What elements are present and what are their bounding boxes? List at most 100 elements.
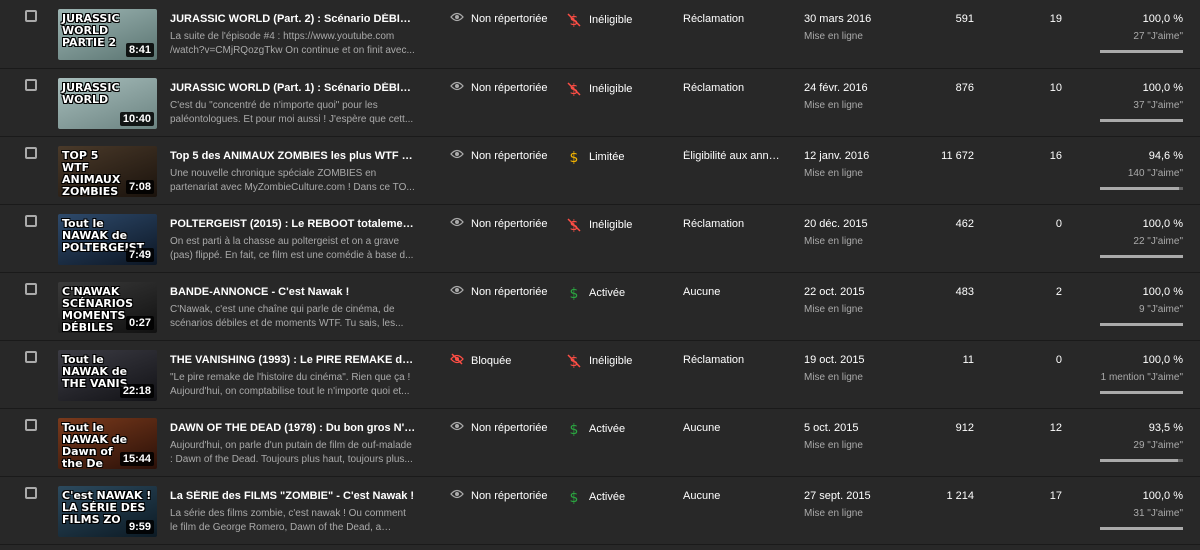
row-checkbox[interactable] [25,215,37,227]
monetization-cell[interactable]: $ Activée [567,489,626,505]
visibility-label: Non répertoriée [471,285,548,298]
restrictions-label[interactable]: Aucune [683,490,783,502]
video-title[interactable]: Top 5 des ANIMAUX ZOMBIES les plus WTF a… [170,150,416,162]
comments-count: 0 [1055,354,1062,366]
dollar-off-icon: $ [567,12,581,28]
video-duration: 8:41 [125,43,154,57]
comments-count: 2 [1055,286,1062,298]
restrictions-label[interactable]: Réclamation [683,218,783,230]
video-title[interactable]: JURASSIC WORLD (Part. 2) : Scénario DÉBI… [170,13,416,25]
video-thumbnail[interactable]: Tout le NAWAK de Dawn of the De 15:44 [58,418,157,469]
visibility-cell[interactable]: Non répertoriée [450,489,547,502]
video-title[interactable]: DAWN OF THE DEAD (1978) : Du bon gros N'… [170,422,416,434]
like-ratio-bar [1100,255,1183,258]
monetization-label: Limitée [589,151,625,163]
monetization-cell[interactable]: $ Inéligible [567,81,632,97]
video-description: C'est du "concentré de n'importe quoi" p… [170,100,414,125]
row-checkbox[interactable] [25,10,37,22]
table-row[interactable]: TOP 5 WTF ANIMAUX ZOMBIES 7:08 Top 5 des… [0,137,1200,205]
video-duration: 0:27 [125,316,154,330]
likes-count: 27 "J'aime" [1133,31,1183,42]
video-description: "Le pire remake de l'histoire du cinéma"… [170,372,411,397]
restrictions-label[interactable]: Réclamation [683,82,783,94]
visibility-cell[interactable]: Non répertoriée [450,285,547,298]
monetization-cell[interactable]: $ Activée [567,285,626,301]
row-checkbox[interactable] [25,351,37,363]
video-title[interactable]: La SÉRIE des FILMS "ZOMBIE" - C'est Nawa… [170,490,416,502]
video-title[interactable]: BANDE-ANNONCE - C'est Nawak ! [170,286,416,298]
thumbnail-text: JURASSIC WORLD [62,81,120,106]
like-percentage: 100,0 % [1142,490,1183,502]
publish-date-subtitle: Mise en ligne [804,31,863,42]
table-row[interactable]: JURASSIC WORLD PARTIE 2 8:41 JURASSIC WO… [0,0,1200,69]
video-description: La suite de l'épisode #4 : https://www.y… [170,31,415,56]
visibility-label: Non répertoriée [471,12,548,25]
table-row[interactable]: Tout le NAWAK de POLTERGEIST 7:49 POLTER… [0,205,1200,273]
video-thumbnail[interactable]: Tout le NAWAK de POLTERGEIST 7:49 [58,214,157,265]
visibility-cell[interactable]: Non répertoriée [450,12,547,25]
eye-icon [450,149,471,162]
monetization-label: Inéligible [589,355,633,367]
eye-icon [450,217,471,230]
monetization-cell[interactable]: $ Inéligible [567,217,632,233]
eye-icon [450,285,471,298]
dollar-icon: $ [567,285,581,301]
like-ratio-fill [1100,50,1183,53]
row-checkbox[interactable] [25,79,37,91]
table-row[interactable]: C'est NAWAK ! LA SÉRIE DES FILMS ZO 9:59… [0,477,1200,545]
table-row[interactable]: Tout le NAWAK de Dawn of the De 15:44 DA… [0,409,1200,477]
views-count: 11 [962,354,974,366]
visibility-cell[interactable]: Non répertoriée [450,421,547,434]
table-row[interactable]: C'NAWAK SCÉNARIOS MOMENTS DÉBILES 0:27 B… [0,273,1200,341]
like-percentage: 100,0 % [1142,354,1183,366]
table-row[interactable]: Tout le NAWAK de THE VANIS 22:18 THE VAN… [0,341,1200,409]
publish-date: 24 févr. 2016 [804,82,868,94]
table-row[interactable]: JURASSIC WORLD 10:40 JURASSIC WORLD (Par… [0,69,1200,137]
video-duration: 7:08 [125,180,154,194]
visibility-label: Non répertoriée [471,81,548,94]
video-title[interactable]: POLTERGEIST (2015) : Le REBOOT totalemen… [170,218,416,230]
svg-text:$: $ [570,150,579,165]
visibility-cell[interactable]: Non répertoriée [450,217,547,230]
monetization-cell[interactable]: $ Limitée [567,149,625,165]
eye-icon [450,421,471,434]
video-table: JURASSIC WORLD PARTIE 2 8:41 JURASSIC WO… [0,0,1200,545]
monetization-cell[interactable]: $ Inéligible [567,12,632,28]
monetization-cell[interactable]: $ Activée [567,421,626,437]
restrictions-label[interactable]: Réclamation [683,354,783,366]
visibility-cell[interactable]: Non répertoriée [450,81,547,94]
row-checkbox[interactable] [25,419,37,431]
views-count: 912 [955,422,974,434]
video-thumbnail[interactable]: C'NAWAK SCÉNARIOS MOMENTS DÉBILES 0:27 [58,282,157,333]
publish-date-subtitle: Mise en ligne [804,236,863,247]
monetization-cell[interactable]: $ Inéligible [567,353,632,369]
video-thumbnail[interactable]: JURASSIC WORLD PARTIE 2 8:41 [58,9,157,60]
video-thumbnail[interactable]: JURASSIC WORLD 10:40 [58,78,157,129]
dollar-off-icon: $ [567,353,581,369]
likes-count: 1 mention "J'aime" [1100,372,1183,383]
comments-count: 19 [1049,13,1062,25]
row-checkbox[interactable] [25,283,37,295]
video-title[interactable]: THE VANISHING (1993) : Le PIRE REMAKE de… [170,354,416,366]
like-ratio-fill [1100,119,1183,122]
video-thumbnail[interactable]: C'est NAWAK ! LA SÉRIE DES FILMS ZO 9:59 [58,486,157,537]
video-thumbnail[interactable]: TOP 5 WTF ANIMAUX ZOMBIES 7:08 [58,146,157,197]
video-title[interactable]: JURASSIC WORLD (Part. 1) : Scénario DÉBI… [170,82,416,94]
video-description: C'Nawak, c'est une chaîne qui parle de c… [170,304,404,329]
restrictions-label[interactable]: Aucune [683,286,783,298]
row-checkbox[interactable] [25,487,37,499]
row-checkbox[interactable] [25,147,37,159]
publish-date: 20 déc. 2015 [804,218,868,230]
restrictions-label[interactable]: Éligibilité aux anno... [683,150,783,162]
visibility-cell[interactable]: Non répertoriée [450,149,547,162]
dollar-icon: $ [567,489,581,505]
video-thumbnail[interactable]: Tout le NAWAK de THE VANIS 22:18 [58,350,157,401]
visibility-cell[interactable]: Bloquée [450,353,511,368]
publish-date: 27 sept. 2015 [804,490,871,502]
like-ratio-bar [1100,459,1183,462]
likes-count: 31 "J'aime" [1133,508,1183,519]
restrictions-label[interactable]: Réclamation [683,13,783,25]
video-duration: 10:40 [119,112,154,126]
restrictions-label[interactable]: Aucune [683,422,783,434]
like-percentage: 93,5 % [1148,422,1183,434]
